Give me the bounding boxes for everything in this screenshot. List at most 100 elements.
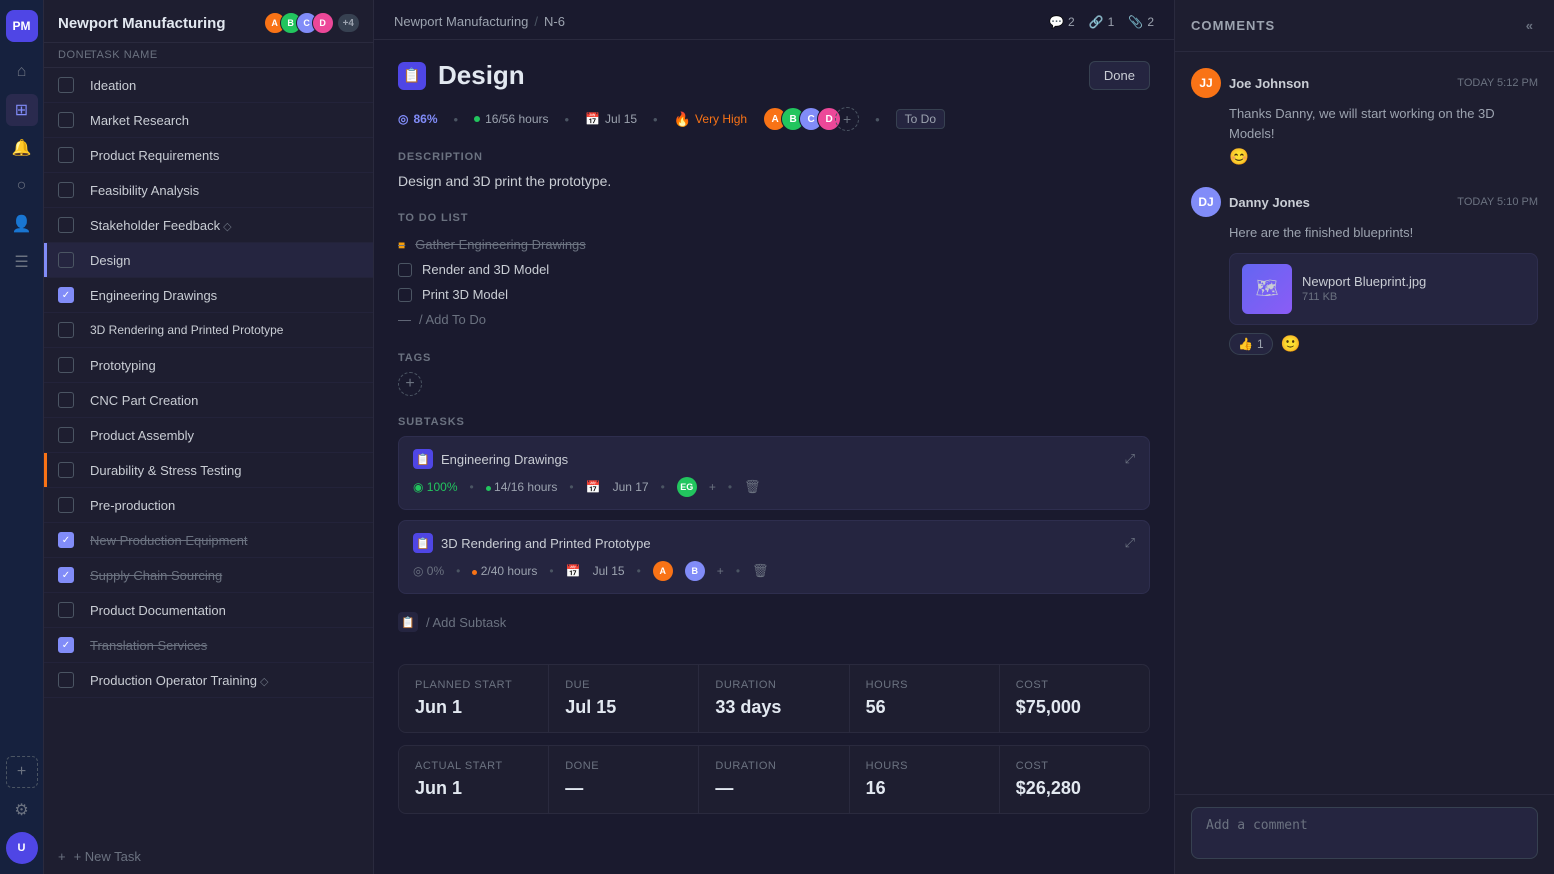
task-item[interactable]: Translation Services	[44, 628, 373, 663]
add-task-button[interactable]: + + New Task	[44, 839, 373, 874]
task-list: Ideation Market Research Product Require…	[44, 68, 373, 839]
subtask-header: 📋 3D Rendering and Printed Prototype ⤢	[413, 533, 1135, 553]
task-item[interactable]: Prototyping	[44, 348, 373, 383]
subtask-add-assignee[interactable]: +	[717, 564, 724, 578]
task-checkbox[interactable]	[58, 497, 74, 513]
task-checkbox[interactable]	[58, 532, 74, 548]
status-badge[interactable]: To Do	[896, 109, 945, 129]
subtask-avatar-2: B	[685, 561, 705, 581]
task-item[interactable]: Product Assembly	[44, 418, 373, 453]
task-checkbox[interactable]	[58, 357, 74, 373]
task-panel-title: Newport Manufacturing A B C D +4	[58, 12, 359, 34]
comment-input[interactable]	[1191, 807, 1538, 859]
task-checkbox[interactable]	[58, 287, 74, 303]
reaction-thumbsup[interactable]: 👍 1	[1229, 333, 1273, 355]
task-item[interactable]: Market Research	[44, 103, 373, 138]
home-icon[interactable]: ⌂	[6, 56, 38, 88]
task-panel-header: Newport Manufacturing A B C D +4	[44, 0, 373, 43]
actual-cost-label: COST	[1016, 760, 1133, 772]
task-checkbox[interactable]	[58, 77, 74, 93]
subtask-external-link[interactable]: ⤢	[1125, 535, 1135, 551]
task-checkbox[interactable]	[58, 462, 74, 478]
breadcrumb-task-id[interactable]: N-6	[544, 14, 565, 29]
add-reaction-button[interactable]: 🙂	[1281, 334, 1301, 354]
task-name: Translation Services	[90, 638, 359, 653]
subtask-delete-button[interactable]: 🗑	[744, 479, 761, 495]
add-todo-button[interactable]: — / Add To Do	[398, 307, 1150, 332]
task-item[interactable]: 3D Rendering and Printed Prototype	[44, 313, 373, 348]
add-project-icon[interactable]: +	[6, 756, 38, 788]
priority-badge: 🔥 Very High	[674, 111, 747, 128]
actual-stats-row: ACTUAL START Jun 1 DONE — DURATION — HOU…	[398, 745, 1150, 814]
search-icon[interactable]: ○	[6, 170, 38, 202]
task-name: 3D Rendering and Printed Prototype	[90, 323, 359, 337]
task-item[interactable]: New Production Equipment	[44, 523, 373, 558]
task-item[interactable]: Pre-production	[44, 488, 373, 523]
todo-checkbox[interactable]	[398, 263, 412, 277]
task-item[interactable]: Product Documentation	[44, 593, 373, 628]
due-cell: DUE Jul 15	[549, 665, 698, 732]
todo-item[interactable]: Print 3D Model	[398, 282, 1150, 307]
task-checkbox[interactable]	[58, 322, 74, 338]
task-item[interactable]: Supply Chain Sourcing	[44, 558, 373, 593]
task-checkbox[interactable]	[58, 427, 74, 443]
user-avatar-icon[interactable]: U	[6, 832, 38, 864]
task-item[interactable]: Engineering Drawings	[44, 278, 373, 313]
task-item[interactable]: CNC Part Creation	[44, 383, 373, 418]
inbox-icon[interactable]: 🔔	[6, 132, 38, 164]
task-checkbox[interactable]	[58, 567, 74, 583]
subtask-delete-button[interactable]: 🗑	[752, 563, 769, 579]
task-checkbox[interactable]	[58, 147, 74, 163]
add-subtask-button[interactable]: 📋 / Add Subtask	[398, 604, 1150, 640]
add-assignee-button[interactable]: +	[835, 107, 859, 131]
todo-item[interactable]: Render and 3D Model	[398, 257, 1150, 282]
task-panel: Newport Manufacturing A B C D +4 DONE TA…	[44, 0, 374, 874]
attachment-size: 711 KB	[1302, 291, 1426, 303]
priority-value: Very High	[695, 112, 747, 126]
task-checkbox[interactable]	[58, 252, 74, 268]
projects-icon[interactable]: ⊞	[6, 94, 38, 126]
comments-header: COMMENTS «	[1175, 0, 1554, 52]
subtask-external-link[interactable]: ⤢	[1125, 451, 1135, 467]
task-item[interactable]: Feasibility Analysis	[44, 173, 373, 208]
app-logo[interactable]: PM	[6, 10, 38, 42]
task-checkbox[interactable]	[58, 392, 74, 408]
done-button[interactable]: Done	[1089, 61, 1150, 90]
task-checkbox[interactable]	[58, 217, 74, 233]
tags-section: TAGS +	[398, 352, 1150, 396]
task-checkbox[interactable]	[58, 112, 74, 128]
task-item[interactable]: Ideation	[44, 68, 373, 103]
task-item[interactable]: Stakeholder Feedback	[44, 208, 373, 243]
settings-icon[interactable]: ⚙	[6, 794, 38, 826]
task-checkbox[interactable]	[58, 637, 74, 653]
todo-checkbox[interactable]	[398, 288, 412, 302]
todo-item[interactable]: ■ Gather Engineering Drawings	[398, 232, 1150, 257]
task-main-title: Design	[438, 60, 525, 91]
people-icon[interactable]: 👤	[6, 208, 38, 240]
task-checkbox[interactable]	[58, 182, 74, 198]
task-item[interactable]: Durability & Stress Testing	[44, 453, 373, 488]
task-name: Prototyping	[90, 358, 359, 373]
task-title-left: 📋 Design	[398, 60, 525, 91]
task-name: CNC Part Creation	[90, 393, 359, 408]
task-item[interactable]: Production Operator Training	[44, 663, 373, 698]
subtask-add-assignee[interactable]: +	[709, 480, 716, 494]
collapse-button[interactable]: «	[1522, 14, 1538, 37]
task-checkbox[interactable]	[58, 602, 74, 618]
task-item-design[interactable]: Design	[44, 243, 373, 278]
subtask-avatar: A	[653, 561, 673, 581]
done-column-header: DONE	[58, 49, 82, 61]
actual-done-value: —	[565, 778, 682, 799]
comment-reactions: 👍 1 🙂	[1229, 333, 1538, 355]
progress-icon: ◎	[398, 112, 408, 126]
add-tag-button[interactable]: +	[398, 372, 422, 396]
comment-author-row: JJ Joe Johnson	[1191, 68, 1309, 98]
breadcrumb-project[interactable]: Newport Manufacturing	[394, 14, 528, 29]
task-name: Product Documentation	[90, 603, 359, 618]
docs-icon[interactable]: ☰	[6, 246, 38, 278]
planned-stats-row: PLANNED START Jun 1 DUE Jul 15 DURATION …	[398, 664, 1150, 733]
task-item[interactable]: Product Requirements	[44, 138, 373, 173]
task-checkbox[interactable]	[58, 672, 74, 688]
comment-input-area	[1175, 794, 1554, 874]
comment-emoji-reaction[interactable]: 😊	[1229, 147, 1538, 167]
